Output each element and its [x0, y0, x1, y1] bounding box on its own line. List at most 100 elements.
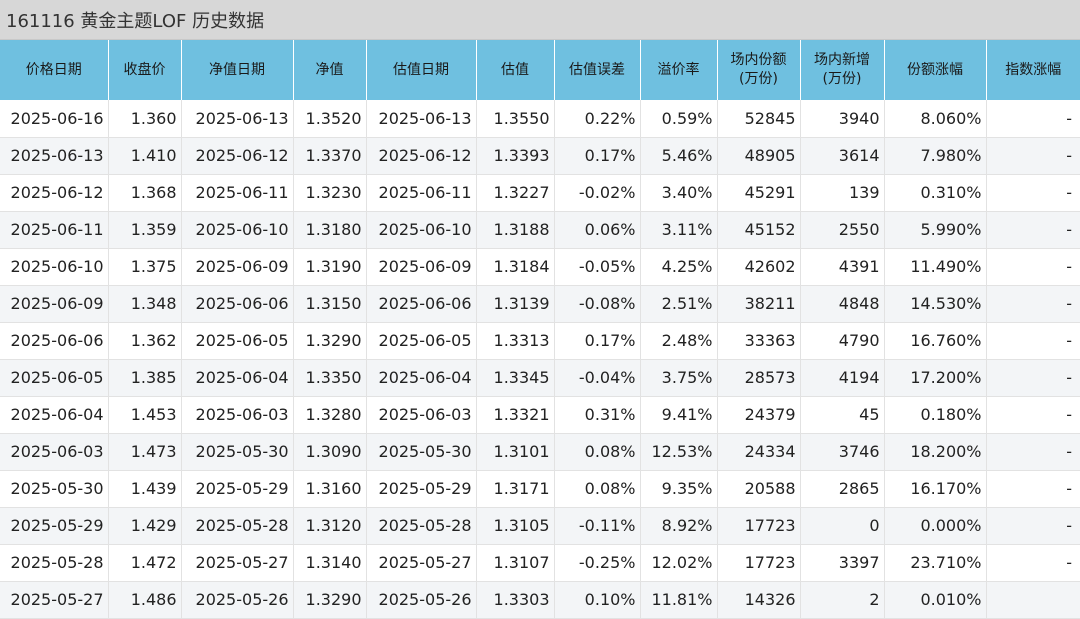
cell-nav: 1.3150 — [293, 285, 367, 323]
cell-nav: 1.3230 — [293, 174, 367, 212]
cell-price-date: 2025-05-30 — [0, 470, 109, 508]
cell-nav-date: 2025-05-26 — [181, 581, 294, 619]
column-header-price-date[interactable]: 价格日期 — [0, 40, 109, 100]
cell-shares-in-market: 28573 — [717, 359, 801, 397]
cell-est-value: 1.3105 — [476, 507, 555, 545]
cell-est-value: 1.3171 — [476, 470, 555, 508]
cell-nav: 1.3370 — [293, 137, 367, 175]
cell-shares-added: 4194 — [800, 359, 885, 397]
cell-share-change: 18.200% — [884, 433, 987, 471]
cell-price-date: 2025-06-04 — [0, 396, 109, 434]
cell-est-error: 0.17% — [554, 322, 641, 360]
cell-shares-in-market: 20588 — [717, 470, 801, 508]
column-header-nav-date[interactable]: 净值日期 — [181, 40, 294, 100]
cell-index-change: - — [986, 211, 1080, 249]
cell-est-value: 1.3227 — [476, 174, 555, 212]
cell-shares-added: 3397 — [800, 544, 885, 582]
column-header-close-price[interactable]: 收盘价 — [108, 40, 182, 100]
table-row: 2025-06-06 1.362 2025-06-05 1.3290 2025-06-0… — [0, 322, 1080, 360]
cell-index-change — [986, 581, 1080, 619]
cell-est-date: 2025-05-30 — [366, 433, 477, 471]
column-header-nav[interactable]: 净值 — [293, 40, 367, 100]
cell-premium-rate: 12.02% — [640, 544, 718, 582]
column-header-label: 估值日期 — [393, 61, 449, 78]
cell-close-price: 1.472 — [108, 544, 182, 582]
cell-price-date: 2025-06-12 — [0, 174, 109, 212]
cell-price-date: 2025-06-09 — [0, 285, 109, 323]
cell-shares-added: 3940 — [800, 100, 885, 138]
column-header-est-date[interactable]: 估值日期 — [366, 40, 477, 100]
cell-shares-in-market: 38211 — [717, 285, 801, 323]
cell-share-change: 0.180% — [884, 396, 987, 434]
cell-nav: 1.3290 — [293, 322, 367, 360]
cell-est-date: 2025-06-09 — [366, 248, 477, 286]
cell-share-change: 11.490% — [884, 248, 987, 286]
cell-shares-in-market: 17723 — [717, 507, 801, 545]
cell-index-change: - — [986, 507, 1080, 545]
cell-share-change: 16.760% — [884, 322, 987, 360]
cell-share-change: 5.990% — [884, 211, 987, 249]
cell-est-date: 2025-05-27 — [366, 544, 477, 582]
cell-nav-date: 2025-05-28 — [181, 507, 294, 545]
cell-est-error: 0.08% — [554, 470, 641, 508]
cell-close-price: 1.385 — [108, 359, 182, 397]
cell-share-change: 0.000% — [884, 507, 987, 545]
cell-est-error: 0.08% — [554, 433, 641, 471]
cell-est-date: 2025-06-05 — [366, 322, 477, 360]
cell-nav: 1.3180 — [293, 211, 367, 249]
column-header-label: 份额涨幅 — [907, 61, 963, 78]
cell-premium-rate: 12.53% — [640, 433, 718, 471]
cell-shares-added: 139 — [800, 174, 885, 212]
cell-premium-rate: 3.11% — [640, 211, 718, 249]
cell-index-change: - — [986, 248, 1080, 286]
column-header-unit: (万份) — [822, 71, 862, 87]
column-header-share-change[interactable]: 份额涨幅 — [884, 40, 987, 100]
column-header-est-value[interactable]: 估值 — [476, 40, 555, 100]
cell-est-value: 1.3184 — [476, 248, 555, 286]
column-header-premium-rate[interactable]: 溢价率 — [640, 40, 718, 100]
cell-est-error: -0.11% — [554, 507, 641, 545]
cell-nav: 1.3090 — [293, 433, 367, 471]
column-header-label: 场内新增 — [814, 52, 870, 68]
cell-nav-date: 2025-05-30 — [181, 433, 294, 471]
cell-close-price: 1.486 — [108, 581, 182, 619]
cell-close-price: 1.453 — [108, 396, 182, 434]
column-header-shares-added[interactable]: 场内新增 (万份) — [800, 40, 885, 100]
page-title: 161116 黄金主题LOF 历史数据 — [0, 0, 1080, 40]
column-header-est-error[interactable]: 估值误差 — [554, 40, 641, 100]
column-header-label: 价格日期 — [25, 61, 82, 78]
table-row: 2025-05-28 1.472 2025-05-27 1.3140 2025-05-2… — [0, 544, 1080, 582]
cell-nav: 1.3280 — [293, 396, 367, 434]
cell-index-change: - — [986, 137, 1080, 175]
cell-nav-date: 2025-06-06 — [181, 285, 294, 323]
cell-price-date: 2025-06-03 — [0, 433, 109, 471]
cell-nav: 1.3350 — [293, 359, 367, 397]
cell-shares-in-market: 33363 — [717, 322, 801, 360]
cell-index-change: - — [986, 396, 1080, 434]
cell-share-change: 16.170% — [884, 470, 987, 508]
cell-est-error: -0.04% — [554, 359, 641, 397]
table-row: 2025-06-13 1.410 2025-06-12 1.3370 2025-06-1… — [0, 137, 1080, 175]
cell-est-date: 2025-06-03 — [366, 396, 477, 434]
cell-est-error: 0.17% — [554, 137, 641, 175]
table-row: 2025-05-29 1.429 2025-05-28 1.3120 2025-05-2… — [0, 507, 1080, 545]
cell-nav-date: 2025-06-12 — [181, 137, 294, 175]
cell-nav-date: 2025-06-04 — [181, 359, 294, 397]
cell-close-price: 1.473 — [108, 433, 182, 471]
cell-est-error: 0.31% — [554, 396, 641, 434]
table-row: 2025-05-30 1.439 2025-05-29 1.3160 2025-05-2… — [0, 470, 1080, 508]
table-row: 2025-06-11 1.359 2025-06-10 1.3180 2025-06-1… — [0, 211, 1080, 249]
column-header-index-change[interactable]: 指数涨幅 — [986, 40, 1080, 100]
cell-index-change: - — [986, 100, 1080, 138]
cell-index-change: - — [986, 359, 1080, 397]
cell-index-change: - — [986, 544, 1080, 582]
column-header-unit: (万份) — [739, 71, 778, 87]
cell-close-price: 1.375 — [108, 248, 182, 286]
cell-index-change: - — [986, 322, 1080, 360]
table-row: 2025-06-16 1.360 2025-06-13 1.3520 2025-06-1… — [0, 100, 1080, 138]
cell-est-date: 2025-06-13 — [366, 100, 477, 138]
cell-share-change: 17.200% — [884, 359, 987, 397]
cell-premium-rate: 0.59% — [640, 100, 718, 138]
column-header-shares-in-market[interactable]: 场内份额 (万份) — [717, 40, 801, 100]
cell-price-date: 2025-06-11 — [0, 211, 109, 249]
